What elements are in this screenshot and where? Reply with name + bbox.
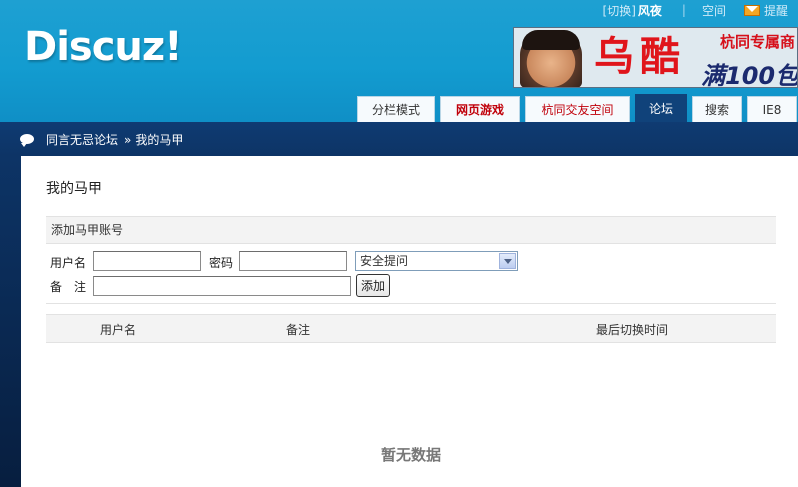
breadcrumb-trail: 同言无忌论坛 » 我的马甲 — [46, 131, 183, 148]
password-input[interactable] — [239, 251, 347, 271]
switch-link[interactable]: [切换] — [603, 2, 636, 19]
page-title: 我的马甲 — [46, 181, 102, 197]
remark-label: 备 注 — [50, 280, 87, 294]
space-link[interactable]: 空间 — [702, 2, 726, 19]
banner-hair-image — [522, 30, 580, 50]
tab-dating-space[interactable]: 杭同交友空间 — [525, 96, 630, 122]
breadcrumb-arrow: » — [124, 133, 132, 147]
top-bar: [切换] 风夜 | 空间 提醒 — [603, 2, 788, 18]
left-gutter — [0, 156, 21, 487]
column-username: 用户名 — [100, 323, 137, 337]
username-link[interactable]: 风夜 — [638, 2, 662, 19]
header: Discuz! [切换] 风夜 | 空间 提醒 乌酷 杭同专属商 满100包邮 … — [0, 0, 798, 122]
ad-banner[interactable]: 乌酷 杭同专属商 满100包邮 — [513, 27, 798, 88]
breadcrumb: 同言无忌论坛 » 我的马甲 — [0, 122, 798, 156]
chat-bubble-icon — [20, 134, 34, 147]
notify-link[interactable]: 提醒 — [764, 2, 788, 19]
empty-state: 暂无数据 — [380, 446, 441, 464]
mail-icon[interactable] — [743, 4, 760, 16]
tab-forum[interactable]: 论坛 — [635, 94, 687, 122]
tab-web-games[interactable]: 网页游戏 — [440, 96, 520, 122]
column-remark: 备注 — [286, 323, 311, 337]
table-header: 用户名 备注 最后切换时间 — [46, 314, 776, 343]
username-input[interactable] — [93, 251, 201, 271]
password-label: 密码 — [209, 256, 234, 270]
column-last-switch-time: 最后切换时间 — [596, 323, 669, 337]
breadcrumb-root[interactable]: 同言无忌论坛 — [46, 133, 118, 147]
remark-input[interactable] — [93, 276, 351, 296]
banner-line2: 满100包邮 — [701, 62, 798, 88]
banner-brand: 乌酷 — [594, 33, 686, 80]
topbar-separator: | — [681, 3, 686, 17]
banner-line1: 杭同专属商 — [720, 33, 796, 51]
security-question-select[interactable]: 安全提问 — [355, 251, 518, 271]
section-title: 添加马甲账号 — [46, 216, 776, 244]
security-question-value: 安全提问 — [360, 254, 409, 268]
chevron-down-icon[interactable] — [499, 253, 516, 269]
main-content: 我的马甲 添加马甲账号 用户名 密码 安全提问 备 注 添加 用户名 备注 最后… — [21, 156, 798, 487]
add-button[interactable]: 添加 — [356, 274, 390, 297]
breadcrumb-current: 我的马甲 — [135, 133, 184, 147]
tab-column-mode[interactable]: 分栏模式 — [357, 96, 435, 122]
tab-ie8[interactable]: IE8 — [747, 96, 797, 122]
logo[interactable]: Discuz! — [24, 24, 182, 70]
main-nav: 分栏模式 网页游戏 杭同交友空间 论坛 搜索 IE8 — [357, 94, 798, 122]
tab-search[interactable]: 搜索 — [692, 96, 742, 122]
username-label: 用户名 — [50, 256, 87, 270]
divider — [46, 303, 776, 304]
